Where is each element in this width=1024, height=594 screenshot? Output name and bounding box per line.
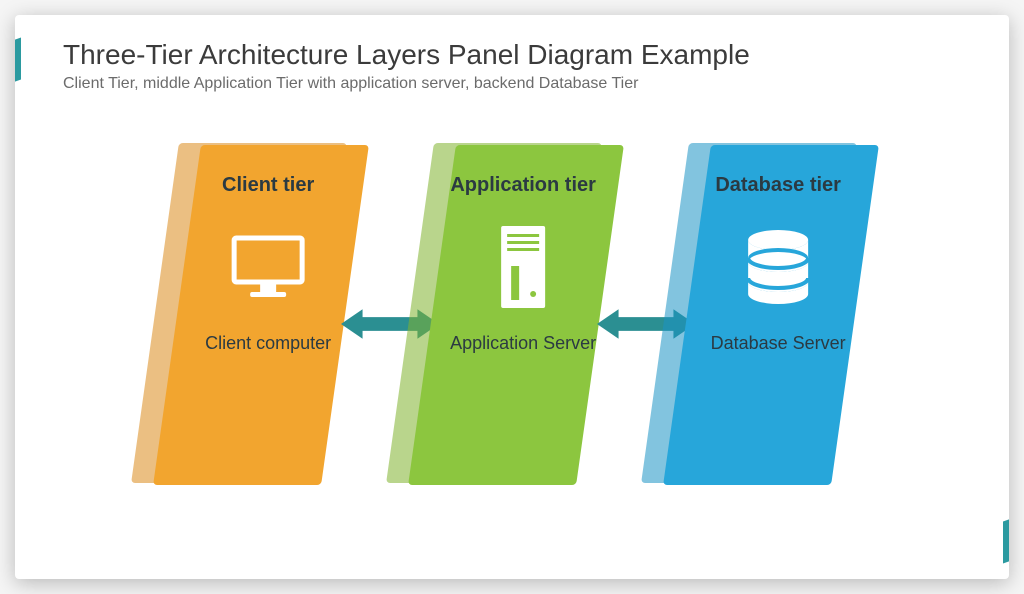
slide-frame: Three-Tier Architecture Layers Panel Dia…	[15, 15, 1009, 579]
panel-content: Client tier Client computer	[193, 173, 343, 355]
accent-tab-left	[15, 37, 21, 84]
monitor-icon	[228, 222, 308, 312]
slide-title: Three-Tier Architecture Layers Panel Dia…	[63, 39, 961, 71]
panel-database-tier: Database tier	[665, 143, 875, 483]
diagram-area: Client tier Client computer	[15, 131, 1009, 561]
panel-client-tier: Client tier Client computer	[155, 143, 365, 483]
panel-content: Application tier Application Server	[448, 173, 598, 355]
server-icon	[497, 222, 549, 312]
tier-caption: Database Server	[711, 332, 846, 355]
database-icon	[743, 222, 813, 312]
tier-caption: Application Server	[450, 332, 596, 355]
panel-application-tier: Application tier Application Server	[410, 143, 620, 483]
tier-title: Database tier	[715, 173, 841, 198]
slide-subtitle: Client Tier, middle Application Tier wit…	[63, 75, 961, 93]
accent-tab-right	[1003, 516, 1009, 563]
tier-title: Application tier	[450, 173, 596, 198]
panel-content: Database tier	[703, 173, 853, 355]
tier-caption: Client computer	[205, 332, 331, 355]
tier-title: Client tier	[222, 173, 314, 198]
slide-header: Three-Tier Architecture Layers Panel Dia…	[15, 15, 1009, 101]
